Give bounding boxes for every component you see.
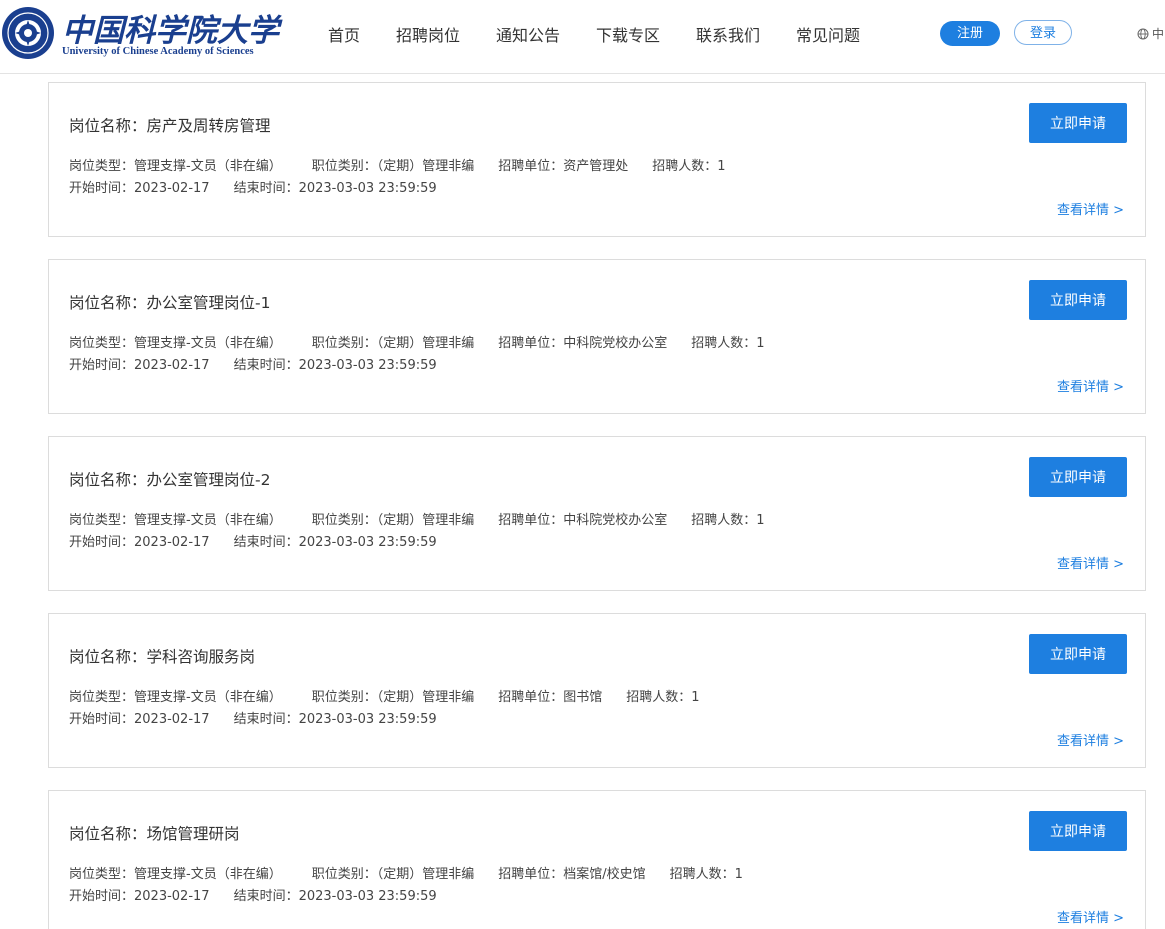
job-meta: 岗位类型：管理支撑-文员（非在编） 职位类别：（定期）管理非编 招聘单位：资产管…: [69, 155, 756, 174]
job-time: 开始时间：2023-02-17 结束时间：2023-03-03 23:59:59: [69, 708, 467, 727]
apply-button[interactable]: 立即申请: [1029, 457, 1127, 497]
job-unit: 招聘单位：中科院党校办公室: [498, 336, 668, 351]
job-count: 招聘人数：1: [626, 690, 700, 705]
nav-item-home[interactable]: 首页: [328, 25, 360, 47]
job-title: 岗位名称：房产及周转房管理: [69, 117, 271, 135]
language-switcher[interactable]: 中: [1137, 25, 1164, 42]
language-label: 中: [1152, 27, 1165, 41]
job-end-time: 结束时间：2023-03-03 23:59:59: [233, 181, 437, 196]
view-details-link[interactable]: 查看详情 >: [1057, 553, 1124, 572]
job-card: 岗位名称：办公室管理岗位-1 岗位类型：管理支撑-文员（非在编） 职位类别：（定…: [48, 259, 1146, 414]
job-unit: 招聘单位：档案馆/校史馆: [498, 867, 646, 882]
job-end-time: 结束时间：2023-03-03 23:59:59: [233, 535, 437, 550]
view-details-link[interactable]: 查看详情 >: [1057, 376, 1124, 395]
job-card: 岗位名称：学科咨询服务岗 岗位类型：管理支撑-文员（非在编） 职位类别：（定期）…: [48, 613, 1146, 768]
job-start-time: 开始时间：2023-02-17: [69, 181, 210, 196]
job-title: 岗位名称：办公室管理岗位-1: [69, 294, 271, 312]
nav-item-faq[interactable]: 常见问题: [796, 25, 860, 47]
job-category: 职位类别：（定期）管理非编: [311, 690, 475, 705]
job-meta: 岗位类型：管理支撑-文员（非在编） 职位类别：（定期）管理非编 招聘单位：中科院…: [69, 332, 795, 351]
job-end-time: 结束时间：2023-03-03 23:59:59: [233, 358, 437, 373]
job-category: 职位类别：（定期）管理非编: [311, 336, 475, 351]
apply-button[interactable]: 立即申请: [1029, 280, 1127, 320]
logo-chinese-name: 中国科学院大学: [62, 13, 279, 49]
job-unit: 招聘单位：中科院党校办公室: [498, 513, 668, 528]
ucas-emblem-icon: [2, 7, 54, 59]
job-count: 招聘人数：1: [691, 513, 765, 528]
register-button[interactable]: 注册: [940, 21, 1000, 46]
apply-button[interactable]: 立即申请: [1029, 103, 1127, 143]
site-logo[interactable]: 中国科学院大学 University of Chinese Academy of…: [2, 7, 279, 63]
job-time: 开始时间：2023-02-17 结束时间：2023-03-03 23:59:59: [69, 531, 467, 550]
login-button[interactable]: 登录: [1014, 20, 1072, 45]
job-start-time: 开始时间：2023-02-17: [69, 535, 210, 550]
job-meta: 岗位类型：管理支撑-文员（非在编） 职位类别：（定期）管理非编 招聘单位：图书馆…: [69, 686, 730, 705]
job-type: 岗位类型：管理支撑-文员（非在编）: [69, 690, 282, 705]
job-start-time: 开始时间：2023-02-17: [69, 358, 210, 373]
job-time: 开始时间：2023-02-17 结束时间：2023-03-03 23:59:59: [69, 177, 467, 196]
job-end-time: 结束时间：2023-03-03 23:59:59: [233, 712, 437, 727]
job-unit: 招聘单位：图书馆: [498, 690, 603, 705]
job-card: 岗位名称：办公室管理岗位-2 岗位类型：管理支撑-文员（非在编） 职位类别：（定…: [48, 436, 1146, 591]
job-type: 岗位类型：管理支撑-文员（非在编）: [69, 867, 282, 882]
job-start-time: 开始时间：2023-02-17: [69, 889, 210, 904]
job-type: 岗位类型：管理支撑-文员（非在编）: [69, 159, 282, 174]
job-category: 职位类别：（定期）管理非编: [311, 867, 475, 882]
job-meta: 岗位类型：管理支撑-文员（非在编） 职位类别：（定期）管理非编 招聘单位：中科院…: [69, 509, 795, 528]
job-card: 岗位名称：场馆管理研岗 岗位类型：管理支撑-文员（非在编） 职位类别：（定期）管…: [48, 790, 1146, 929]
page: 中国科学院大学 University of Chinese Academy of…: [0, 0, 1165, 929]
job-count: 招聘人数：1: [669, 867, 743, 882]
job-time: 开始时间：2023-02-17 结束时间：2023-03-03 23:59:59: [69, 885, 467, 904]
view-details-link[interactable]: 查看详情 >: [1057, 730, 1124, 749]
job-type: 岗位类型：管理支撑-文员（非在编）: [69, 513, 282, 528]
job-type: 岗位类型：管理支撑-文员（非在编）: [69, 336, 282, 351]
job-card: 岗位名称：房产及周转房管理 岗位类型：管理支撑-文员（非在编） 职位类别：（定期…: [48, 82, 1146, 237]
job-title: 岗位名称：办公室管理岗位-2: [69, 471, 271, 489]
globe-icon: [1137, 28, 1149, 40]
job-count: 招聘人数：1: [652, 159, 726, 174]
job-title: 岗位名称：学科咨询服务岗: [69, 648, 256, 666]
job-category: 职位类别：（定期）管理非编: [311, 159, 475, 174]
job-title: 岗位名称：场馆管理研岗: [69, 825, 240, 843]
job-meta: 岗位类型：管理支撑-文员（非在编） 职位类别：（定期）管理非编 招聘单位：档案馆…: [69, 863, 773, 882]
nav-item-positions[interactable]: 招聘岗位: [396, 25, 460, 47]
view-details-link[interactable]: 查看详情 >: [1057, 199, 1124, 218]
job-start-time: 开始时间：2023-02-17: [69, 712, 210, 727]
view-details-link[interactable]: 查看详情 >: [1057, 907, 1124, 926]
job-time: 开始时间：2023-02-17 结束时间：2023-03-03 23:59:59: [69, 354, 467, 373]
apply-button[interactable]: 立即申请: [1029, 811, 1127, 851]
nav-item-contact[interactable]: 联系我们: [696, 25, 760, 47]
apply-button[interactable]: 立即申请: [1029, 634, 1127, 674]
job-count: 招聘人数：1: [691, 336, 765, 351]
job-unit: 招聘单位：资产管理处: [498, 159, 629, 174]
nav-item-downloads[interactable]: 下载专区: [596, 25, 660, 47]
nav-item-notices[interactable]: 通知公告: [496, 25, 560, 47]
logo-english-name: University of Chinese Academy of Science…: [62, 46, 254, 57]
site-header: 中国科学院大学 University of Chinese Academy of…: [0, 0, 1165, 74]
job-category: 职位类别：（定期）管理非编: [311, 513, 475, 528]
job-end-time: 结束时间：2023-03-03 23:59:59: [233, 889, 437, 904]
